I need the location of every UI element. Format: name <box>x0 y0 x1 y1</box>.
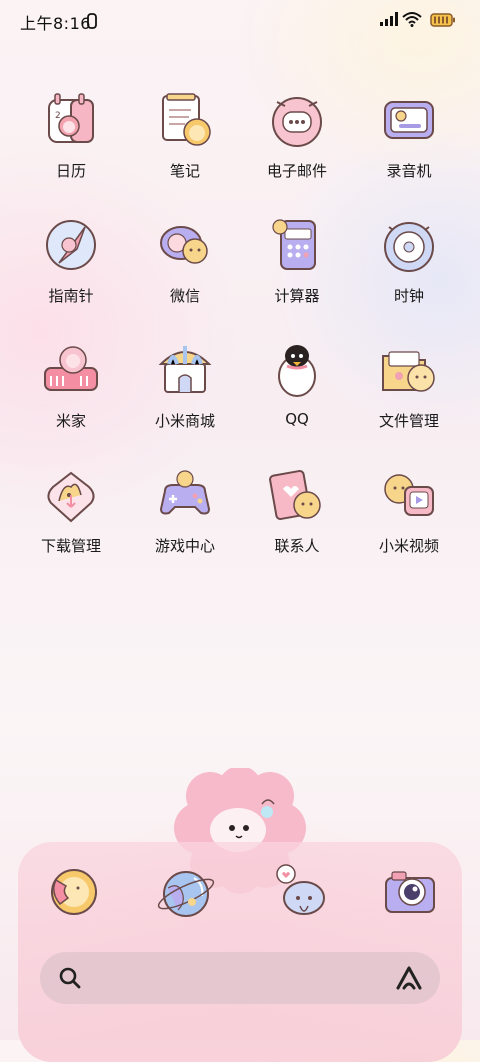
app-label: 游戏中心 <box>154 537 215 555</box>
camera-icon[interactable] <box>380 862 440 922</box>
game-center-icon <box>159 470 211 515</box>
status-bar: 上午8:16 <box>0 0 480 40</box>
app-download-manager[interactable]: 下载管理 <box>16 465 126 575</box>
mi-store-icon <box>158 346 212 393</box>
app-label: 时钟 <box>393 287 424 305</box>
app-game-center[interactable]: 游戏中心 <box>130 465 240 575</box>
app-wechat[interactable]: 微信 <box>130 215 240 325</box>
wechat-icon <box>160 226 208 264</box>
xiaoai-icon[interactable] <box>394 964 424 992</box>
app-label: 小米商城 <box>154 412 215 430</box>
battery-icon <box>430 13 455 27</box>
file-manager-icon <box>382 351 435 392</box>
clock-icon <box>384 222 434 272</box>
app-recorder[interactable]: 录音机 <box>354 90 464 200</box>
app-label: 米家 <box>55 412 86 430</box>
search-bar[interactable] <box>40 952 440 1004</box>
app-qq[interactable]: QQ <box>242 340 352 450</box>
app-label: 联系人 <box>274 537 320 555</box>
app-calendar[interactable]: 2 日历 <box>16 90 126 200</box>
search-icon <box>59 967 81 989</box>
notes-icon <box>162 93 211 146</box>
recorder-icon <box>384 101 434 139</box>
download-manager-icon <box>47 471 95 523</box>
mijia-icon <box>44 346 98 391</box>
app-notes[interactable]: 笔记 <box>130 90 240 200</box>
calculator-icon <box>272 219 316 270</box>
browser-icon[interactable] <box>156 862 216 922</box>
phone-icon[interactable] <box>42 862 102 922</box>
app-clock[interactable]: 时钟 <box>354 215 464 325</box>
app-mi-store[interactable]: 小米商城 <box>130 340 240 450</box>
app-compass[interactable]: 指南针 <box>16 215 126 325</box>
wifi-icon <box>402 12 422 27</box>
email-icon <box>272 97 322 147</box>
compass-icon <box>46 220 96 270</box>
app-file-manager[interactable]: 文件管理 <box>354 340 464 450</box>
mi-video-icon <box>384 474 434 516</box>
app-mijia[interactable]: 米家 <box>16 340 126 450</box>
contacts-icon <box>269 470 321 520</box>
messages-icon[interactable] <box>270 862 330 922</box>
signal-icon <box>380 12 398 26</box>
app-label: 日历 <box>55 162 86 180</box>
svg-text:2: 2 <box>55 111 61 121</box>
app-calculator[interactable]: 计算器 <box>242 215 352 325</box>
app-label: 电子邮件 <box>266 162 327 180</box>
rotate-lock-icon <box>87 13 97 29</box>
app-label: QQ <box>285 410 309 428</box>
qq-penguin-icon <box>278 345 316 397</box>
app-label: 计算器 <box>274 287 320 305</box>
calendar-icon: 2 <box>48 93 94 143</box>
app-label: 录音机 <box>386 162 432 180</box>
app-label: 小米视频 <box>378 537 439 555</box>
app-email[interactable]: 电子邮件 <box>242 90 352 200</box>
app-contacts[interactable]: 联系人 <box>242 465 352 575</box>
app-label: 笔记 <box>169 162 200 180</box>
app-label: 文件管理 <box>378 412 439 430</box>
app-label: 下载管理 <box>40 537 101 555</box>
app-label: 指南针 <box>48 287 94 305</box>
app-label: 微信 <box>169 287 200 305</box>
app-mi-video[interactable]: 小米视频 <box>354 465 464 575</box>
status-time: 上午8:16 <box>20 14 91 33</box>
